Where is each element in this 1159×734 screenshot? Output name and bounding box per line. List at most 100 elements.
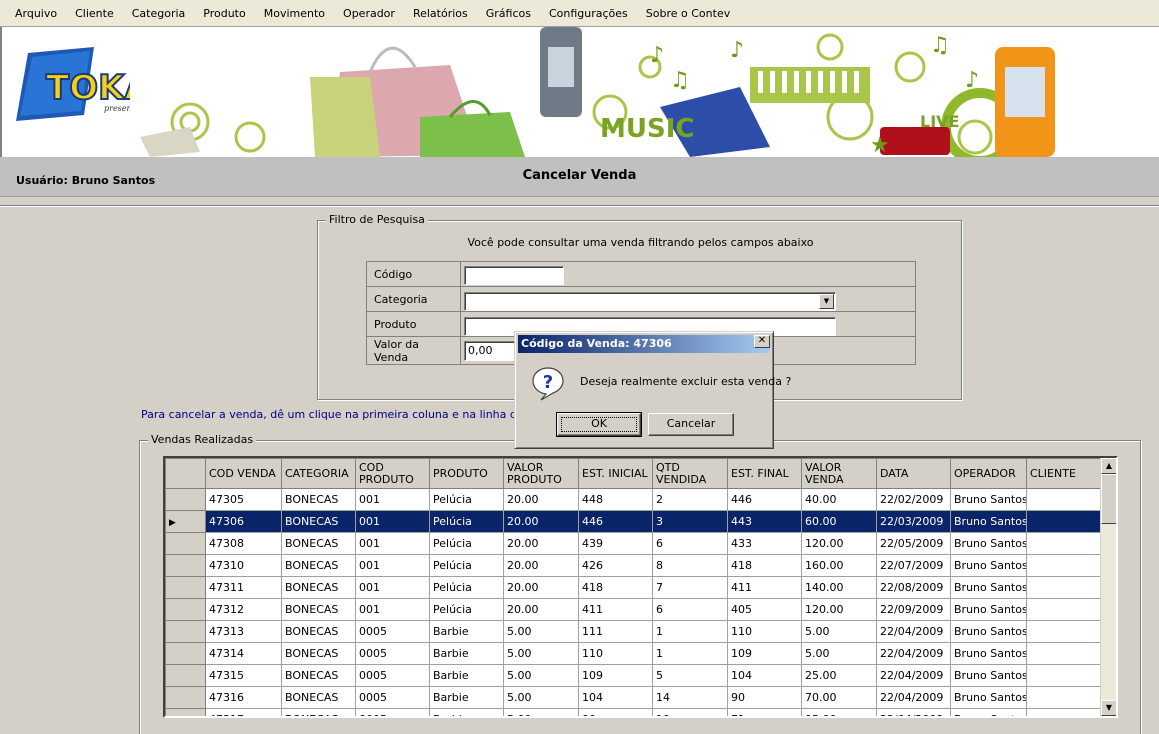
table-row[interactable]: 47314 BONECAS 0005 Barbie 5.00 110 1 109 5.00 22/… bbox=[165, 642, 1116, 665]
table-cell[interactable]: 20.00 bbox=[503, 488, 579, 511]
table-cell[interactable]: 001 bbox=[355, 554, 430, 577]
table-cell[interactable]: 8 bbox=[652, 554, 728, 577]
table-cell[interactable]: 22/08/2009 bbox=[876, 576, 951, 599]
table-cell[interactable]: Pelúcia bbox=[429, 554, 504, 577]
table-cell[interactable]: 20.00 bbox=[503, 532, 579, 555]
table-cell[interactable]: 0005 bbox=[355, 708, 430, 716]
menu-item-configura-es[interactable]: Configurações bbox=[540, 0, 637, 27]
table-cell[interactable]: BONECAS bbox=[281, 620, 356, 643]
table-cell[interactable]: Bruno Santos bbox=[950, 686, 1027, 709]
table-cell[interactable]: 5.00 bbox=[801, 642, 877, 665]
table-cell[interactable]: 95.00 bbox=[801, 708, 877, 716]
table-cell[interactable]: BONECAS bbox=[281, 532, 356, 555]
table-cell[interactable]: 446 bbox=[578, 510, 653, 533]
table-row[interactable]: 47317BONECAS0005Barbie5.0090197195.0022/… bbox=[165, 708, 1116, 716]
row-selector[interactable] bbox=[165, 554, 206, 577]
column-header[interactable]: EST. INICIAL bbox=[578, 458, 653, 489]
table-cell[interactable]: 40.00 bbox=[801, 488, 877, 511]
column-header[interactable]: VALOR VENDA bbox=[801, 458, 877, 489]
table-cell[interactable]: Barbie bbox=[429, 620, 504, 643]
table-cell[interactable]: Barbie bbox=[429, 708, 504, 716]
table-cell[interactable]: BONECAS bbox=[281, 686, 356, 709]
table-cell[interactable]: 20.00 bbox=[503, 598, 579, 621]
table-cell[interactable]: 418 bbox=[578, 576, 653, 599]
menu-item-relat-rios[interactable]: Relatórios bbox=[404, 0, 477, 27]
scroll-up-icon[interactable]: ▲ bbox=[1101, 458, 1116, 474]
table-cell[interactable]: 5.00 bbox=[801, 620, 877, 643]
table-cell[interactable]: 448 bbox=[578, 488, 653, 511]
cancel-button[interactable]: Cancelar bbox=[648, 413, 734, 436]
table-cell[interactable]: 19 bbox=[652, 708, 728, 716]
row-selector[interactable] bbox=[165, 664, 206, 687]
row-selector[interactable] bbox=[165, 708, 206, 716]
table-cell[interactable]: 1 bbox=[652, 620, 728, 643]
menu-item-arquivo[interactable]: Arquivo bbox=[6, 0, 66, 27]
column-header[interactable]: DATA bbox=[876, 458, 951, 489]
table-cell[interactable]: 5 bbox=[652, 664, 728, 687]
table-cell[interactable]: 5.00 bbox=[503, 620, 579, 643]
table-cell[interactable]: 001 bbox=[355, 510, 430, 533]
table-cell[interactable]: Bruno Santos bbox=[950, 488, 1027, 511]
table-cell[interactable]: Bruno Santos bbox=[950, 620, 1027, 643]
table-cell[interactable]: 22/04/2009 bbox=[876, 620, 951, 643]
scroll-down-icon[interactable]: ▼ bbox=[1101, 700, 1116, 716]
table-cell[interactable]: 5.00 bbox=[503, 708, 579, 716]
table-cell[interactable]: 22/07/2009 bbox=[876, 554, 951, 577]
column-header[interactable]: EST. FINAL bbox=[727, 458, 802, 489]
table-cell[interactable]: 001 bbox=[355, 576, 430, 599]
table-cell[interactable]: Bruno Santos bbox=[950, 576, 1027, 599]
column-header[interactable]: PRODUTO bbox=[429, 458, 504, 489]
table-cell[interactable]: 109 bbox=[578, 664, 653, 687]
table-cell[interactable]: 25.00 bbox=[801, 664, 877, 687]
table-cell[interactable]: BONECAS bbox=[281, 554, 356, 577]
table-cell[interactable]: 104 bbox=[727, 664, 802, 687]
table-row[interactable]: 47310 BONECAS 001 Pelúcia 20.00 426 8 418 160.00… bbox=[165, 554, 1116, 577]
table-cell[interactable]: BONECAS bbox=[281, 664, 356, 687]
table-cell[interactable]: 5.00 bbox=[503, 642, 579, 665]
menu-item-categoria[interactable]: Categoria bbox=[123, 0, 195, 27]
table-cell[interactable]: 110 bbox=[727, 620, 802, 643]
column-header[interactable]: QTD VENDIDA bbox=[652, 458, 728, 489]
column-header[interactable]: CATEGORIA bbox=[281, 458, 356, 489]
row-selector[interactable] bbox=[165, 576, 206, 599]
table-cell[interactable]: BONECAS bbox=[281, 488, 356, 511]
column-header[interactable]: COD VENDA bbox=[205, 458, 282, 489]
table-cell[interactable]: 0005 bbox=[355, 664, 430, 687]
table-cell[interactable]: 418 bbox=[727, 554, 802, 577]
table-cell[interactable]: 140.00 bbox=[801, 576, 877, 599]
table-cell[interactable]: 2 bbox=[652, 488, 728, 511]
table-cell[interactable]: 0005 bbox=[355, 620, 430, 643]
table-cell[interactable]: 47308 bbox=[205, 532, 282, 555]
table-cell[interactable]: 120.00 bbox=[801, 598, 877, 621]
table-cell[interactable]: Barbie bbox=[429, 642, 504, 665]
table-cell[interactable]: 22/03/2009 bbox=[876, 510, 951, 533]
table-row[interactable]: 47313 BONECAS 0005 Barbie 5.00 111 1 110 5.00 22/… bbox=[165, 620, 1116, 643]
table-cell[interactable]: Bruno Santos bbox=[950, 532, 1027, 555]
close-icon[interactable]: ✕ bbox=[754, 335, 770, 348]
table-cell[interactable]: 20.00 bbox=[503, 510, 579, 533]
row-selector[interactable] bbox=[165, 598, 206, 621]
table-cell[interactable]: 110 bbox=[578, 642, 653, 665]
table-cell[interactable]: 0005 bbox=[355, 686, 430, 709]
table-cell[interactable]: Bruno Santos bbox=[950, 554, 1027, 577]
table-row[interactable]: 47308 BONECAS 001 Pelúcia 20.00 439 6 433 120.00… bbox=[165, 532, 1116, 555]
table-cell[interactable]: 0005 bbox=[355, 642, 430, 665]
row-selector[interactable] bbox=[165, 488, 206, 511]
table-cell[interactable]: 47313 bbox=[205, 620, 282, 643]
table-cell[interactable]: 71 bbox=[727, 708, 802, 716]
sales-grid[interactable]: COD VENDA CATEGORIA COD PRODUTO PRODUTO VALO… bbox=[163, 456, 1118, 718]
table-cell[interactable]: 47316 bbox=[205, 686, 282, 709]
column-header[interactable]: COD PRODUTO bbox=[355, 458, 430, 489]
table-cell[interactable]: 3 bbox=[652, 510, 728, 533]
table-cell[interactable]: Pelúcia bbox=[429, 576, 504, 599]
table-cell[interactable]: Barbie bbox=[429, 686, 504, 709]
table-cell[interactable]: 70.00 bbox=[801, 686, 877, 709]
table-cell[interactable]: 20.00 bbox=[503, 576, 579, 599]
table-cell[interactable]: 22/04/2009 bbox=[876, 664, 951, 687]
table-cell[interactable]: 7 bbox=[652, 576, 728, 599]
table-cell[interactable]: 47314 bbox=[205, 642, 282, 665]
table-cell[interactable]: 443 bbox=[727, 510, 802, 533]
row-selector[interactable] bbox=[165, 620, 206, 643]
table-cell[interactable]: BONECAS bbox=[281, 598, 356, 621]
table-cell[interactable]: 47306 bbox=[205, 510, 282, 533]
